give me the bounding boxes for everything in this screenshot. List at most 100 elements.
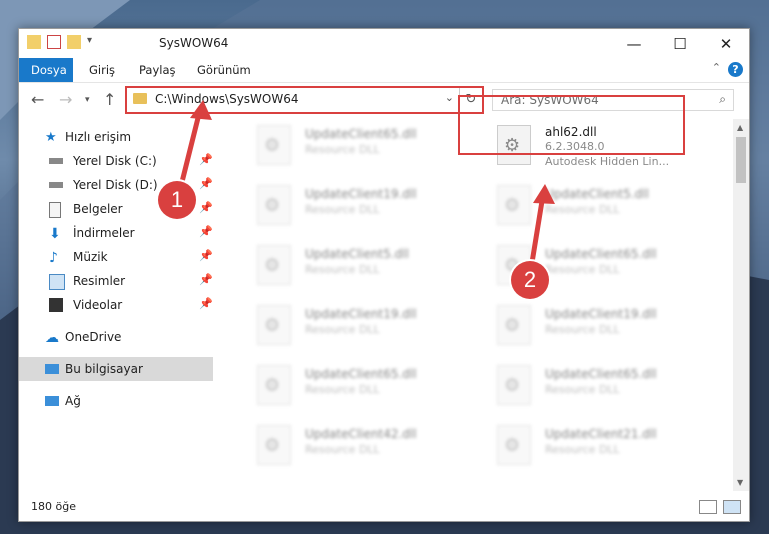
download-icon: ⬇ <box>49 226 61 242</box>
file-name: UpdateClient65.dll <box>305 127 417 141</box>
callout-badge-1: 1 <box>158 181 196 219</box>
sidebar-item-pictures[interactable]: Resimler 📌 <box>19 269 213 293</box>
address-path[interactable]: C:\Windows\SysWOW64 <box>155 92 299 106</box>
file-list: ⚙ UpdateClient65.dll Resource DLL ⚙ Upda… <box>217 119 731 491</box>
drive-icon <box>49 182 63 188</box>
file-name: UpdateClient21.dll <box>545 427 657 441</box>
scroll-up-icon[interactable]: ▲ <box>737 123 743 132</box>
file-name: UpdateClient42.dll <box>305 427 417 441</box>
file-name: UpdateClient65.dll <box>545 367 657 381</box>
file-type: Resource DLL <box>545 443 620 456</box>
status-bar: 180 öğe <box>19 493 749 521</box>
collapse-ribbon-icon[interactable]: ⌃ <box>712 61 721 74</box>
sidebar-item-quick-access[interactable]: ★ Hızlı erişim <box>19 125 213 149</box>
item-count: 180 öğe <box>31 500 76 513</box>
back-icon[interactable]: ← <box>31 90 44 109</box>
list-item[interactable]: ⚙ UpdateClient65.dll Resource DLL <box>477 361 707 411</box>
sidebar-item-music[interactable]: ♪ Müzik 📌 <box>19 245 213 269</box>
close-button[interactable]: ✕ <box>703 29 749 58</box>
tiles-view-icon[interactable] <box>723 500 741 514</box>
file-name: UpdateClient19.dll <box>545 307 657 321</box>
pin-icon[interactable]: 📌 <box>199 249 213 262</box>
sidebar-item-this-pc[interactable]: Bu bilgisayar <box>19 357 213 381</box>
file-type: Resource DLL <box>305 203 380 216</box>
sidebar-item-onedrive[interactable]: ☁ OneDrive <box>19 325 213 349</box>
quick-access-toolbar: ▾ <box>27 35 101 49</box>
sidebar-item-videos[interactable]: Videolar 📌 <box>19 293 213 317</box>
address-bar[interactable]: C:\Windows\SysWOW64 ⌄ ↻ <box>125 86 484 114</box>
tab-share[interactable]: Paylaş <box>127 58 188 82</box>
document-icon <box>49 202 61 218</box>
scrollbar-thumb[interactable] <box>736 137 746 183</box>
file-highlight-box <box>458 95 685 155</box>
tab-home[interactable]: Giriş <box>77 58 127 82</box>
scroll-down-icon[interactable]: ▼ <box>737 478 743 487</box>
window-controls: — ☐ ✕ <box>611 29 749 58</box>
gear-icon: ⚙ <box>264 195 281 216</box>
drive-icon <box>49 158 63 164</box>
list-item[interactable]: ⚙ UpdateClient19.dll Resource DLL <box>237 181 467 231</box>
sidebar-item-label: Resimler <box>73 274 126 288</box>
ribbon-tabs: Dosya Giriş Paylaş Görünüm ⌃ ? <box>19 58 749 83</box>
view-switcher <box>699 500 741 514</box>
details-view-icon[interactable] <box>699 500 717 514</box>
file-type: Resource DLL <box>305 383 380 396</box>
list-item[interactable]: ⚙ UpdateClient21.dll Resource DLL <box>477 421 707 471</box>
tab-file[interactable]: Dosya <box>19 58 73 82</box>
pin-icon[interactable]: 📌 <box>199 297 213 310</box>
sidebar-item-label: Hızlı erişim <box>65 130 132 144</box>
video-icon <box>49 298 63 312</box>
pin-icon[interactable]: 📌 <box>199 225 213 238</box>
network-icon <box>45 396 59 406</box>
pin-icon[interactable]: 📌 <box>199 273 213 286</box>
recent-locations-icon[interactable]: ▾ <box>85 95 90 105</box>
gear-icon: ⚙ <box>264 375 281 396</box>
file-name: UpdateClient65.dll <box>545 247 657 261</box>
sidebar-item-downloads[interactable]: ⬇ İndirmeler 📌 <box>19 221 213 245</box>
search-icon[interactable]: ⌕ <box>719 92 726 107</box>
sidebar-item-drive-c[interactable]: Yerel Disk (C:) 📌 <box>19 149 213 173</box>
file-type: Resource DLL <box>545 263 620 276</box>
list-item[interactable]: ⚙ UpdateClient65.dll Resource DLL <box>237 121 467 171</box>
file-type: Resource DLL <box>305 263 380 276</box>
pin-icon[interactable]: 📌 <box>199 177 213 190</box>
file-type: Resource DLL <box>305 443 380 456</box>
new-folder-icon[interactable] <box>67 35 81 49</box>
sidebar-item-network[interactable]: Ağ <box>19 389 213 413</box>
sidebar-item-label: İndirmeler <box>73 226 135 240</box>
file-name: UpdateClient19.dll <box>305 307 417 321</box>
sidebar-item-label: Ağ <box>65 394 81 408</box>
pin-icon[interactable]: 📌 <box>199 153 213 166</box>
properties-icon[interactable] <box>47 35 61 49</box>
pin-icon[interactable]: 📌 <box>199 201 213 214</box>
minimize-button[interactable]: — <box>611 29 657 58</box>
list-item[interactable]: ⚙ UpdateClient42.dll Resource DLL <box>237 421 467 471</box>
picture-icon <box>49 274 65 290</box>
up-icon[interactable]: ↑ <box>103 90 116 109</box>
tab-view[interactable]: Görünüm <box>185 58 263 82</box>
list-item[interactable]: ⚙ UpdateClient19.dll Resource DLL <box>477 301 707 351</box>
file-description: Autodesk Hidden Lin... <box>545 155 670 168</box>
forward-icon[interactable]: → <box>59 90 72 109</box>
file-name: UpdateClient5.dll <box>545 187 649 201</box>
list-item[interactable]: ⚙ UpdateClient65.dll Resource DLL <box>237 361 467 411</box>
customize-icon[interactable]: ▾ <box>87 35 101 49</box>
address-dropdown-icon[interactable]: ⌄ <box>445 91 454 104</box>
list-item[interactable]: ⚙ UpdateClient5.dll Resource DLL <box>477 181 707 231</box>
music-icon: ♪ <box>49 250 58 266</box>
file-type: Resource DLL <box>545 383 620 396</box>
help-icon[interactable]: ? <box>728 62 743 77</box>
file-name: UpdateClient19.dll <box>305 187 417 201</box>
gear-icon: ⚙ <box>504 315 521 336</box>
vertical-scrollbar[interactable]: ▲ ▼ <box>733 119 749 491</box>
title-bar: ▾ SysWOW64 — ☐ ✕ <box>19 29 749 58</box>
gear-icon: ⚙ <box>264 255 281 276</box>
computer-icon <box>45 364 59 374</box>
list-item[interactable]: ⚙ UpdateClient5.dll Resource DLL <box>237 241 467 291</box>
file-type: Resource DLL <box>545 203 620 216</box>
file-type: Resource DLL <box>305 323 380 336</box>
navigation-pane: ★ Hızlı erişim Yerel Disk (C:) 📌 Yerel D… <box>19 119 213 491</box>
list-item[interactable]: ⚙ UpdateClient19.dll Resource DLL <box>237 301 467 351</box>
maximize-button[interactable]: ☐ <box>657 29 703 58</box>
folder-icon[interactable] <box>27 35 41 49</box>
